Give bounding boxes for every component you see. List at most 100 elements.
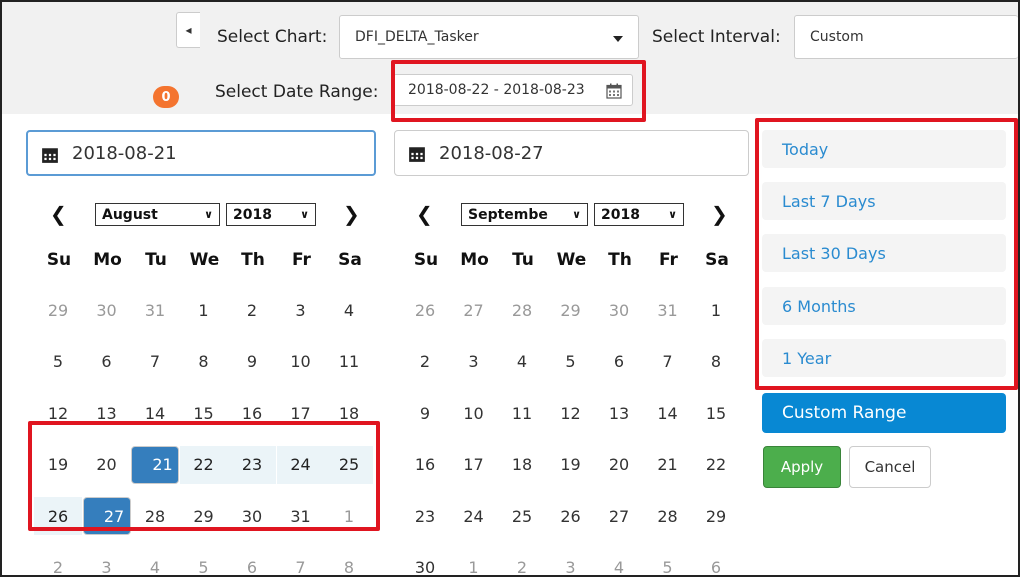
calendar-day[interactable]: 2 bbox=[498, 549, 546, 577]
calendar-day[interactable]: 14 bbox=[131, 394, 179, 432]
end-date-input[interactable]: 2018-08-27 bbox=[394, 130, 749, 176]
calendar-day[interactable]: 3 bbox=[277, 291, 325, 329]
calendar-day[interactable]: 8 bbox=[325, 549, 373, 577]
calendar-day[interactable]: 1 bbox=[325, 497, 373, 535]
left-month-select[interactable]: August ∨ bbox=[95, 203, 220, 226]
calendar-day[interactable]: 25 bbox=[325, 445, 373, 484]
calendar-day[interactable]: 19 bbox=[547, 446, 595, 484]
calendar-day[interactable]: 30 bbox=[401, 549, 449, 577]
notification-badge[interactable]: 0 bbox=[153, 86, 179, 108]
calendar-day[interactable]: 2 bbox=[228, 291, 276, 329]
chart-select[interactable]: DFI_DELTA_Tasker bbox=[339, 15, 639, 59]
calendar-day[interactable]: 15 bbox=[180, 394, 228, 432]
calendar-day[interactable]: 22 bbox=[179, 445, 228, 484]
calendar-day[interactable]: 26 bbox=[401, 291, 449, 329]
range-option[interactable]: Today bbox=[762, 130, 1006, 168]
calendar-day[interactable]: 25 bbox=[498, 497, 546, 535]
calendar-day[interactable]: 20 bbox=[83, 446, 131, 484]
calendar-day[interactable]: 16 bbox=[401, 446, 449, 484]
calendar-day[interactable]: 31 bbox=[644, 291, 692, 329]
next-month-icon[interactable]: ❯ bbox=[711, 202, 728, 226]
next-month-icon[interactable]: ❯ bbox=[343, 202, 360, 226]
right-year-select[interactable]: 2018 ∨ bbox=[594, 203, 684, 226]
range-option[interactable]: Last 30 Days bbox=[762, 234, 1006, 272]
calendar-day[interactable]: 27 bbox=[595, 497, 643, 535]
calendar-day[interactable]: 2 bbox=[34, 549, 82, 577]
calendar-day[interactable]: 11 bbox=[498, 394, 546, 432]
calendar-day[interactable]: 4 bbox=[498, 343, 546, 381]
calendar-day[interactable]: 8 bbox=[692, 343, 740, 381]
calendar-day[interactable]: 22 bbox=[692, 446, 740, 484]
calendar-day[interactable]: 7 bbox=[131, 343, 179, 381]
calendar-day[interactable]: 28 bbox=[498, 291, 546, 329]
calendar-day[interactable]: 18 bbox=[498, 446, 546, 484]
calendar-day[interactable]: 21 bbox=[131, 445, 179, 484]
calendar-day[interactable]: 19 bbox=[34, 446, 82, 484]
range-option[interactable]: 1 Year bbox=[762, 339, 1006, 377]
calendar-day[interactable]: 1 bbox=[692, 291, 740, 329]
range-option[interactable]: 6 Months bbox=[762, 287, 1006, 325]
calendar-day[interactable]: 30 bbox=[83, 291, 131, 329]
calendar-day[interactable]: 29 bbox=[34, 291, 82, 329]
calendar-day[interactable]: 23 bbox=[401, 497, 449, 535]
calendar-day[interactable]: 5 bbox=[547, 343, 595, 381]
range-option[interactable]: Last 7 Days bbox=[762, 182, 1006, 220]
calendar-day[interactable]: 24 bbox=[450, 497, 498, 535]
calendar-day[interactable]: 5 bbox=[34, 343, 82, 381]
calendar-day[interactable]: 30 bbox=[228, 497, 276, 535]
date-range-input[interactable]: 2018-08-22 - 2018-08-23 bbox=[393, 74, 633, 106]
calendar-day[interactable]: 15 bbox=[692, 394, 740, 432]
calendar-day[interactable]: 17 bbox=[277, 394, 325, 432]
right-month-select[interactable]: Septembe ∨ bbox=[461, 203, 588, 226]
calendar-day[interactable]: 9 bbox=[228, 343, 276, 381]
calendar-day[interactable]: 4 bbox=[595, 549, 643, 577]
calendar-day[interactable]: 29 bbox=[180, 497, 228, 535]
calendar-day[interactable]: 3 bbox=[547, 549, 595, 577]
interval-select[interactable]: Custom bbox=[794, 15, 1018, 59]
calendar-day[interactable]: 29 bbox=[692, 497, 740, 535]
left-year-select[interactable]: 2018 ∨ bbox=[226, 203, 316, 226]
calendar-day[interactable]: 28 bbox=[131, 497, 179, 535]
start-date-input[interactable]: 2018-08-21 bbox=[26, 130, 376, 176]
calendar-day[interactable]: 31 bbox=[277, 497, 325, 535]
calendar-day[interactable]: 28 bbox=[644, 497, 692, 535]
calendar-day[interactable]: 3 bbox=[83, 549, 131, 577]
calendar-day[interactable]: 16 bbox=[228, 394, 276, 432]
calendar-day[interactable]: 6 bbox=[83, 343, 131, 381]
calendar-day[interactable]: 5 bbox=[180, 549, 228, 577]
calendar-day[interactable]: 7 bbox=[277, 549, 325, 577]
apply-button[interactable]: Apply bbox=[763, 446, 841, 488]
calendar-day[interactable]: 27 bbox=[82, 497, 131, 535]
calendar-day[interactable]: 14 bbox=[644, 394, 692, 432]
calendar-day[interactable]: 12 bbox=[34, 394, 82, 432]
calendar-day[interactable]: 6 bbox=[228, 549, 276, 577]
calendar-day[interactable]: 9 bbox=[401, 394, 449, 432]
calendar-day[interactable]: 30 bbox=[595, 291, 643, 329]
calendar-day[interactable]: 1 bbox=[450, 549, 498, 577]
calendar-day[interactable]: 7 bbox=[644, 343, 692, 381]
calendar-day[interactable]: 3 bbox=[450, 343, 498, 381]
calendar-day[interactable]: 27 bbox=[450, 291, 498, 329]
calendar-day[interactable]: 31 bbox=[131, 291, 179, 329]
calendar-day[interactable]: 1 bbox=[180, 291, 228, 329]
prev-month-icon[interactable]: ❮ bbox=[50, 202, 67, 226]
calendar-day[interactable]: 20 bbox=[595, 446, 643, 484]
calendar-day[interactable]: 10 bbox=[450, 394, 498, 432]
cancel-button[interactable]: Cancel bbox=[849, 446, 931, 488]
range-option[interactable]: Custom Range bbox=[762, 393, 1006, 433]
calendar-day[interactable]: 26 bbox=[547, 497, 595, 535]
calendar-day[interactable]: 24 bbox=[276, 445, 325, 484]
calendar-day[interactable]: 18 bbox=[325, 394, 373, 432]
calendar-day[interactable]: 13 bbox=[595, 394, 643, 432]
calendar-day[interactable]: 21 bbox=[644, 446, 692, 484]
prev-month-icon[interactable]: ❮ bbox=[416, 202, 433, 226]
calendar-day[interactable]: 4 bbox=[131, 549, 179, 577]
collapse-sidebar-button[interactable]: ◂ bbox=[176, 12, 200, 48]
calendar-day[interactable]: 26 bbox=[34, 497, 82, 535]
calendar-day[interactable]: 8 bbox=[180, 343, 228, 381]
calendar-day[interactable]: 10 bbox=[277, 343, 325, 381]
calendar-day[interactable]: 4 bbox=[325, 291, 373, 329]
calendar-day[interactable]: 12 bbox=[547, 394, 595, 432]
calendar-day[interactable]: 17 bbox=[450, 446, 498, 484]
calendar-day[interactable]: 11 bbox=[325, 343, 373, 381]
